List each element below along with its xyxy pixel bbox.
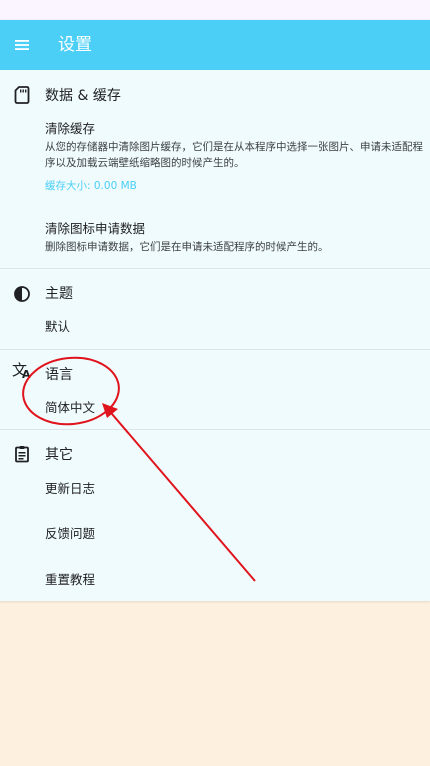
- translate-icon: 文 A: [12, 361, 31, 381]
- page-title: 设置: [58, 35, 92, 55]
- menu-icon[interactable]: [13, 37, 31, 53]
- clear-cache-description: 从您的存储器中清除图片缓存，它们是在从本程序中选择一张图片、申请未适配程序以及加…: [45, 141, 423, 169]
- clear-icon-requests-description: 删除图标申请数据，它们是在申请未适配程序的时候产生的。: [45, 241, 329, 253]
- theme-value: 默认: [45, 319, 71, 334]
- language-value: 简体中文: [45, 400, 96, 415]
- contrast-icon: [14, 286, 30, 302]
- section-title-other: 其它: [45, 447, 73, 463]
- divider: [0, 429, 430, 430]
- section-title-theme: 主题: [45, 286, 73, 302]
- divider: [0, 349, 430, 350]
- reset-tutorial-item[interactable]: 重置教程: [45, 572, 95, 588]
- clipboard-icon: [15, 446, 29, 463]
- clear-cache-title: 清除缓存: [45, 121, 96, 136]
- clear-icon-requests-title: 清除图标申请数据: [45, 221, 146, 236]
- sd-card-icon: [14, 86, 30, 104]
- section-title-data-cache: 数据 & 缓存: [45, 88, 121, 104]
- app-bar: 设置: [0, 20, 430, 70]
- divider: [0, 268, 430, 269]
- changelog-item[interactable]: 更新日志: [45, 481, 95, 497]
- section-title-language: 语言: [45, 367, 73, 383]
- settings-list: 数据 & 缓存 清除缓存 从您的存储器中清除图片缓存，它们是在从本程序中选择一张…: [0, 70, 430, 601]
- feedback-item[interactable]: 反馈问题: [45, 526, 95, 542]
- status-bar: [0, 0, 430, 20]
- cache-size-label: 缓存大小: 0.00 MB: [45, 180, 137, 192]
